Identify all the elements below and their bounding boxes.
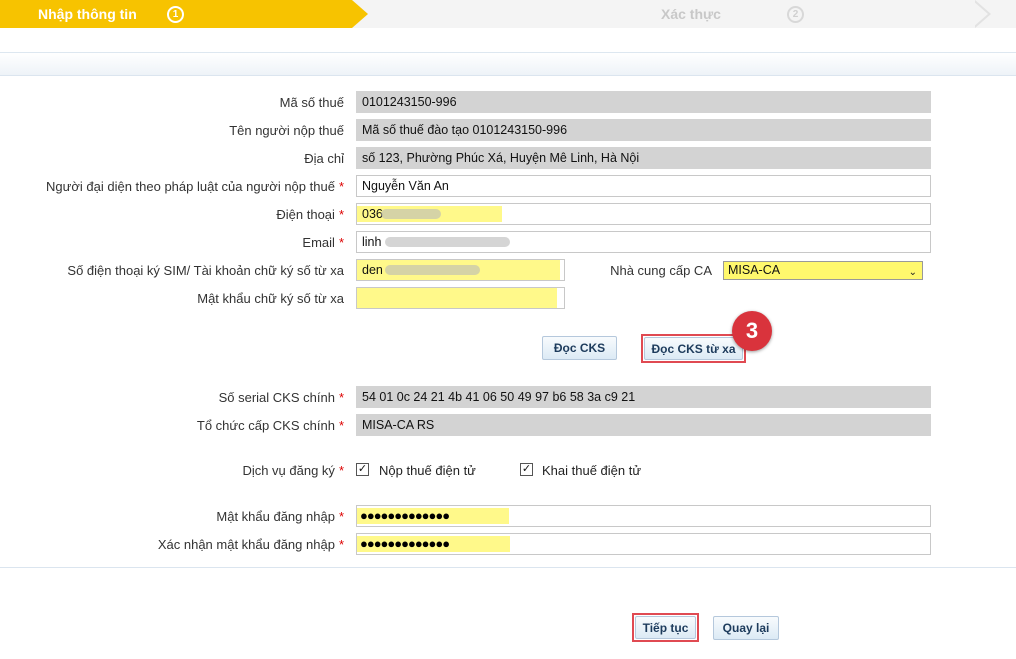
remote-pw-highlight [357,288,557,308]
taxpayer-name-field: Mã số thuế đào tạo 0101243150-996 [356,119,931,141]
step-3-badge: 3 [732,311,772,351]
continue-button[interactable]: Tiếp tục [635,616,696,639]
ca-provider-select[interactable]: MISA-CA ⌄ [723,261,923,280]
phone-input[interactable]: 036 [356,203,931,225]
step-1: Nhập thông tin 1 [0,0,352,28]
sim-redacted [385,265,480,275]
step-2-label: Xác thực [661,6,721,22]
email-redacted [385,237,510,247]
tax-code-label: Mã số thuế [279,95,344,110]
confirm-pw-input[interactable]: ●●●●●●●●●●●●● [356,533,931,555]
phone-redacted [381,209,441,219]
issuer-label: Tổ chức cấp CKS chính * [196,418,344,433]
service-option-1-label: Nộp thuế điện tử [379,463,476,478]
legal-rep-label: Người đại diện theo pháp luật của người … [46,179,344,194]
login-pw-label: Mật khẩu đăng nhập * [216,509,344,524]
ca-provider-label: Nhà cung cấp CA [610,263,712,278]
read-cks-button[interactable]: Đọc CKS [542,336,617,360]
chevron-down-icon: ⌄ [908,267,917,278]
sim-label: Số điện thoại ký SIM/ Tài khoản chữ ký s… [67,263,344,278]
tax-code-field: 0101243150-996 [356,91,931,113]
issuer-field: MISA-CA RS [356,414,931,436]
service-option-1-checkbox[interactable]: ✓ [356,463,369,476]
step-1-label: Nhập thông tin [38,6,137,22]
step-2-number: 2 [787,6,804,23]
service-option-2-checkbox[interactable]: ✓ [520,463,533,476]
read-remote-cks-button[interactable]: Đọc CKS từ xa [644,337,743,360]
back-button[interactable]: Quay lại [713,616,779,640]
step-1-arrow [352,0,368,28]
confirm-pw-value: ●●●●●●●●●●●●● [360,536,450,551]
email-input[interactable]: linh [356,231,931,253]
step-1-number: 1 [167,6,184,23]
email-value: linh [362,235,382,249]
confirm-pw-label: Xác nhận mật khẩu đăng nhập * [157,537,344,552]
remote-pw-label: Mật khẩu chữ ký số từ xa [197,291,344,306]
service-label: Dịch vụ đăng ký * [242,463,344,478]
step-2-arrow [972,0,988,28]
taxpayer-name-label: Tên người nộp thuế [229,123,344,138]
email-label: Email * [302,235,344,250]
serial-field: 54 01 0c 24 21 4b 41 06 50 49 97 b6 58 3… [356,386,931,408]
ca-provider-value: MISA-CA [728,263,781,277]
sim-value: den [362,263,383,277]
remote-pw-input[interactable] [356,287,565,309]
address-field: số 123, Phường Phúc Xá, Huyện Mê Linh, H… [356,147,931,169]
phone-value: 036 [362,207,383,221]
login-pw-value: ●●●●●●●●●●●●● [360,508,450,523]
section-band [0,52,1016,76]
phone-label: Điện thoại * [276,207,344,222]
sim-input[interactable]: den [356,259,565,281]
login-pw-input[interactable]: ●●●●●●●●●●●●● [356,505,931,527]
service-option-2-label: Khai thuế điện tử [542,463,642,478]
step-progress-bar: Nhập thông tin 1 Xác thực 2 [0,0,1016,28]
address-label: Địa chỉ [304,151,344,166]
serial-label: Số serial CKS chính * [218,390,344,405]
footer-divider [0,567,1016,568]
legal-rep-input[interactable]: Nguyễn Văn An [356,175,931,197]
